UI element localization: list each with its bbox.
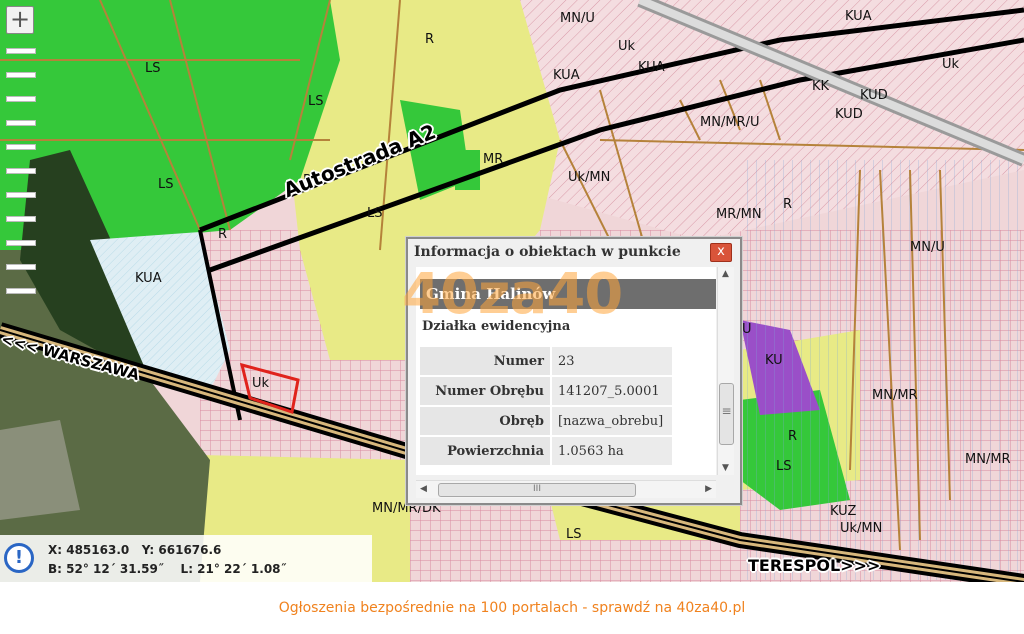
property-key: Numer Obrębu: [420, 377, 550, 405]
scroll-left-icon[interactable]: ◀: [420, 484, 427, 494]
zone-label: LS: [308, 94, 324, 109]
zone-label: MN/MR/U: [700, 115, 760, 130]
scroll-right-icon[interactable]: ▶: [705, 484, 712, 494]
zone-label: LS: [145, 61, 161, 76]
vertical-scrollbar[interactable]: ▲ ≡ ▼: [717, 267, 734, 475]
zone-label: MN/U: [910, 240, 945, 255]
zone-label: Uk: [618, 39, 636, 54]
footer-ad-text[interactable]: Ogłoszenia bezpośrednie na 100 portalach…: [0, 582, 1024, 622]
property-value: [nazwa_obrebu]: [550, 407, 672, 435]
property-key: Obręb: [420, 407, 550, 435]
zoom-toolbar: +: [6, 6, 36, 294]
grip-icon: ≡: [721, 404, 732, 418]
close-button[interactable]: x: [710, 243, 732, 262]
zone-label: KUD: [835, 107, 863, 122]
zone-label: KUZ: [830, 504, 857, 519]
zoom-level-step[interactable]: [6, 168, 36, 174]
horizontal-scroll-thumb[interactable]: III: [438, 483, 636, 497]
table-row: Numer Obrębu 141207_5.0001: [420, 377, 672, 405]
zone-label: R: [788, 429, 798, 444]
zone-label: MN/U: [560, 11, 595, 26]
properties-table: Numer 23 Numer Obrębu 141207_5.0001 Obręb[…: [420, 345, 672, 467]
zoom-level-step[interactable]: [6, 192, 36, 198]
zoom-level-step[interactable]: [6, 240, 36, 246]
zone-label: KUD: [860, 88, 888, 103]
zone-label: R: [425, 32, 435, 47]
zone-label: MN/MR: [872, 388, 918, 403]
zone-label: R: [218, 227, 228, 242]
zone-label: MR/MN: [716, 207, 762, 222]
zone-label: KU: [765, 353, 783, 368]
zone-label: LS: [367, 206, 383, 221]
zoom-level-step[interactable]: [6, 48, 36, 54]
zoom-level-step[interactable]: [6, 96, 36, 102]
zone-label: KUA: [135, 271, 162, 286]
geo-coordinates: B: 52° 12´ 31.59˝ L: 21° 22´ 1.08˝: [48, 562, 287, 576]
road-label-terespol: TERESPOL>>>: [748, 556, 881, 575]
property-key: Powierzchnia: [420, 437, 550, 465]
scroll-up-icon[interactable]: ▲: [722, 269, 729, 279]
dialog-title: Informacja o obiektach w punkcie: [414, 244, 681, 260]
zoom-level-step[interactable]: [6, 264, 36, 270]
vertical-scroll-thumb[interactable]: ≡: [719, 383, 734, 445]
zone-label: LS: [158, 177, 174, 192]
zone-label: LS: [566, 527, 582, 542]
zone-label: KUA: [845, 9, 872, 24]
zone-label: Uk: [942, 57, 960, 72]
property-value: 23: [550, 347, 672, 375]
property-value: 1.0563 ha: [550, 437, 672, 465]
zone-label: Uk/MN: [568, 170, 611, 185]
scroll-down-icon[interactable]: ▼: [722, 463, 729, 473]
zoom-in-button[interactable]: +: [6, 6, 34, 34]
zone-label: U: [742, 322, 752, 337]
zoom-level-step[interactable]: [6, 288, 36, 294]
table-row: Numer 23: [420, 347, 672, 375]
zone-label: KUA: [638, 60, 665, 75]
parcel-label: Uk: [252, 376, 270, 391]
forest-small: [455, 150, 480, 190]
property-value: 141207_5.0001: [550, 377, 672, 405]
horizontal-scrollbar[interactable]: ◀ III ▶: [416, 480, 716, 498]
zone-label: KUA: [553, 68, 580, 83]
zone-label: LS: [776, 459, 792, 474]
zone-label: MN/MR: [965, 452, 1011, 467]
zone-label: Uk/MN: [840, 521, 883, 536]
info-icon[interactable]: !: [4, 543, 34, 573]
zone-label: MR: [483, 152, 504, 167]
table-row: Powierzchnia 1.0563 ha: [420, 437, 672, 465]
property-key: Numer: [420, 347, 550, 375]
zone-label: KK: [812, 79, 830, 94]
map-view[interactable]: R MN/U KUA LS Uk KUA Uk KK KUD LS KUA KU…: [0, 0, 1024, 582]
zoom-level-step[interactable]: [6, 72, 36, 78]
zoom-level-step[interactable]: [6, 120, 36, 126]
xy-coordinates: X: 485163.0 Y: 661676.6: [48, 543, 222, 557]
zoom-level-step[interactable]: [6, 216, 36, 222]
zone-label: R: [783, 197, 793, 212]
coordinates-panel: ! X: 485163.0 Y: 661676.6 B: 52° 12´ 31.…: [0, 535, 372, 582]
table-row: Obręb [nazwa_obrebu]: [420, 407, 672, 435]
watermark-logo: 40za40: [402, 262, 623, 327]
zoom-level-step[interactable]: [6, 144, 36, 150]
